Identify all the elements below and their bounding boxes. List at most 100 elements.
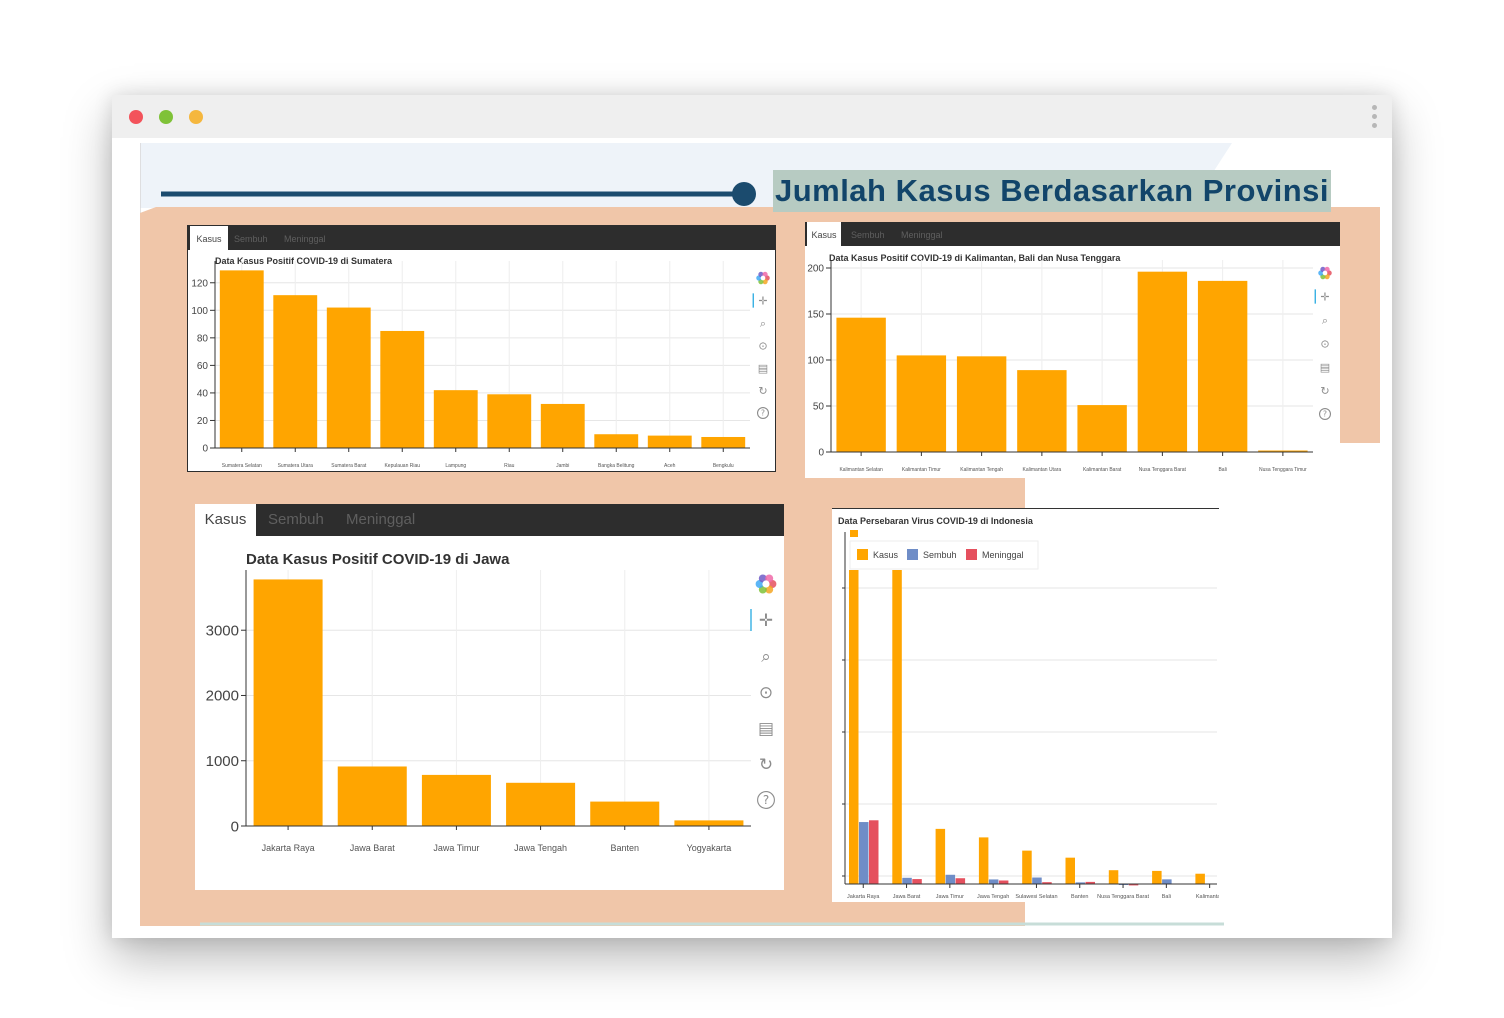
close-window-button[interactable] <box>129 110 143 124</box>
x-tick-label: Banten <box>610 843 639 853</box>
browser-window: Jumlah Kasus Berdasarkan Provinsi Kasus … <box>112 95 1392 938</box>
y-tick-label: 40 <box>197 388 209 399</box>
reset-icon: ↻ <box>759 755 773 775</box>
y-tick-label: 80 <box>197 333 209 344</box>
bokeh-logo-center <box>762 580 770 588</box>
bar-chart-sumatera: Data Kasus Positif COVID-19 di Sumatera0… <box>191 256 770 469</box>
bar <box>1065 857 1075 884</box>
bar <box>902 877 912 884</box>
legend-label: Meninggal <box>982 550 1024 560</box>
y-tick-label: 0 <box>818 448 824 459</box>
tab-sembuh[interactable]: Sembuh <box>234 226 268 252</box>
chart-panel-kalimantan: Kasus Sembuh Meninggal Data Kasus Positi… <box>805 222 1340 478</box>
tab-meninggal[interactable]: Meninggal <box>284 226 326 252</box>
save-icon: ▤ <box>758 362 768 375</box>
x-tick-label: Nusa Tenggara Barat <box>1139 467 1187 473</box>
bar-chart-kalimantan: Data Kasus Positif COVID-19 di Kalimanta… <box>807 253 1332 473</box>
bar <box>1162 879 1172 884</box>
x-tick-label: Sumatera Barat <box>331 463 367 469</box>
x-tick-label: Jakarta Raya <box>262 843 315 853</box>
tab-bar: Kasus Sembuh Meninggal <box>188 226 775 250</box>
x-tick-label: Kepulauan Riau <box>384 463 420 469</box>
tab-meninggal[interactable]: Meninggal <box>346 504 415 536</box>
tab-meninggal[interactable]: Meninggal <box>901 222 943 248</box>
bar <box>1077 405 1127 452</box>
window-titlebar <box>112 95 1392 138</box>
help-glyph: ? <box>1323 410 1327 419</box>
tab-sembuh[interactable]: Sembuh <box>851 222 885 248</box>
x-tick-label: Riau <box>504 463 515 469</box>
bar <box>1032 877 1042 884</box>
x-tick-label: Kalimantan Timur <box>902 467 941 473</box>
x-tick-label: Jawa Barat <box>893 894 921 900</box>
bar <box>674 820 744 826</box>
x-tick-label: Jawa Timur <box>936 894 964 900</box>
x-tick-label: Bali <box>1162 894 1171 900</box>
y-tick-label: 100 <box>807 356 824 367</box>
y-tick-label: 60 <box>197 361 209 372</box>
bar <box>955 878 966 884</box>
pan-icon: ✛ <box>1320 290 1329 303</box>
bar <box>337 766 407 826</box>
tab-bar: Kasus Sembuh Meninggal <box>805 222 1340 246</box>
kebab-menu-icon[interactable] <box>1372 105 1378 132</box>
bar <box>590 801 660 826</box>
bar <box>1137 271 1188 452</box>
y-tick-label: 150 <box>807 310 824 321</box>
tab-kasus[interactable]: Kasus <box>190 226 228 250</box>
x-tick-label: Kalimantan <box>1196 894 1219 900</box>
y-tick-label: 2000 <box>206 688 239 705</box>
x-tick-label: Jambi <box>556 463 569 469</box>
bar <box>487 394 532 448</box>
x-tick-label: Jawa Tengah <box>514 843 567 853</box>
y-tick-label: 120 <box>191 278 208 289</box>
minimize-window-button[interactable] <box>159 110 173 124</box>
chart-panel-jawa: Kasus Sembuh Meninggal Data Kasus Positi… <box>195 504 784 890</box>
legend-label: Sembuh <box>923 550 957 560</box>
bar <box>869 820 879 884</box>
grouped-bar-chart-indonesia: Data Persebaran Virus COVID-19 di Indone… <box>832 508 1219 900</box>
x-tick-label: Nusa Tenggara Barat <box>1097 894 1149 900</box>
x-tick-label: Kalimantan Selatan <box>839 467 883 473</box>
bar <box>253 579 323 826</box>
y-tick-label: 20 <box>197 416 209 427</box>
bar <box>945 874 956 884</box>
x-tick-label: Bali <box>1218 467 1226 473</box>
bar <box>273 295 318 448</box>
y-tick-label: 0 <box>202 444 208 455</box>
x-tick-label: Kalimantan Tengah <box>960 467 1003 473</box>
box-zoom-icon: ⌕ <box>761 647 771 667</box>
chart-panel-sumatera: Kasus Sembuh Meninggal Data Kasus Positi… <box>187 225 776 472</box>
bar <box>998 880 1009 884</box>
page-title: Jumlah Kasus Berdasarkan Provinsi <box>773 170 1331 212</box>
tab-kasus[interactable]: Kasus <box>807 222 841 246</box>
x-tick-label: Lampung <box>445 463 466 469</box>
bar <box>1195 873 1205 884</box>
legend-overflow-bar <box>850 530 858 537</box>
tab-sembuh[interactable]: Sembuh <box>268 504 324 536</box>
wheel-zoom-icon: ⊙ <box>758 339 767 352</box>
wheel-zoom-icon: ⊙ <box>759 683 773 703</box>
x-tick-label: Jawa Timur <box>433 843 479 853</box>
maximize-window-button[interactable] <box>189 110 203 124</box>
pan-icon: ✛ <box>759 611 773 631</box>
x-tick-label: Bengkulu <box>713 463 734 469</box>
x-tick-label: Aceh <box>664 463 676 469</box>
x-tick-label: Bangka Belitung <box>598 463 635 469</box>
bar <box>1197 280 1248 452</box>
bar <box>1022 850 1032 884</box>
bar <box>647 435 692 448</box>
bar <box>912 879 922 884</box>
bar <box>988 879 999 884</box>
bar <box>935 828 946 884</box>
bar <box>421 774 491 826</box>
x-tick-label: Jawa Barat <box>350 843 396 853</box>
tab-kasus[interactable]: Kasus <box>195 504 256 536</box>
x-tick-label: Jawa Tengah <box>977 894 1009 900</box>
save-icon: ▤ <box>758 719 774 739</box>
pan-icon: ✛ <box>758 294 767 307</box>
box-zoom-icon: ⌕ <box>1322 314 1328 327</box>
y-tick-label: 3000 <box>206 622 239 639</box>
bar <box>701 436 746 448</box>
y-tick-label: 0 <box>231 818 239 835</box>
